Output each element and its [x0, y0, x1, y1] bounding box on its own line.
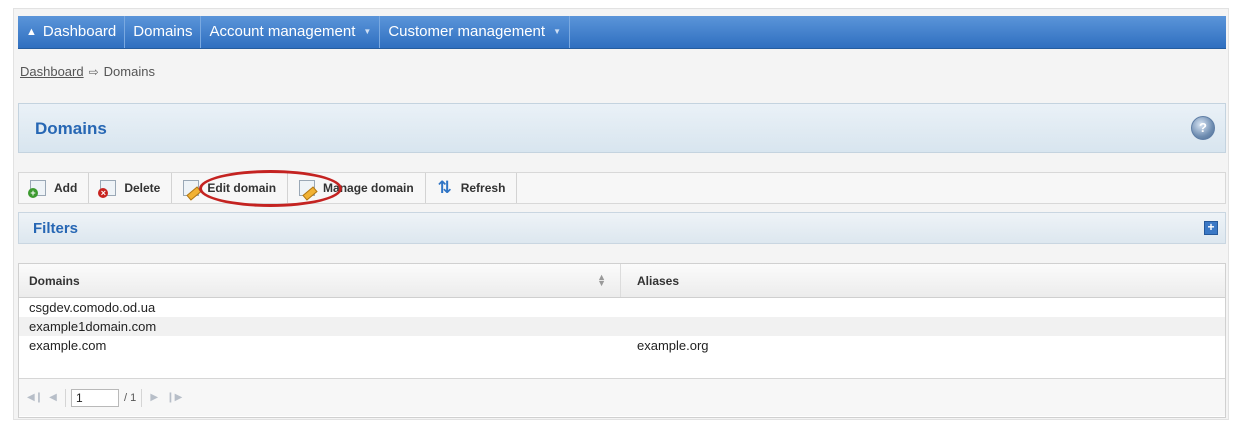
table-row[interactable]: example.com example.org [19, 336, 1225, 355]
nav-item-label: Customer management [388, 23, 546, 40]
delete-icon: × [98, 180, 117, 198]
refresh-icon: ⇅ [437, 178, 452, 197]
toolbar: + Add × Delete Edit domain Manage domain… [18, 172, 1226, 204]
refresh-button[interactable]: ⇅ Refresh [426, 173, 518, 203]
breadcrumb: Dashboard ⇨ Domains [20, 64, 155, 79]
page-number-input[interactable] [71, 388, 119, 407]
breadcrumb-link-dashboard[interactable]: Dashboard [20, 64, 84, 79]
cell-domain: example.com [29, 338, 107, 353]
delete-button[interactable]: × Delete [89, 173, 173, 203]
next-page-icon[interactable]: ▶ [147, 392, 161, 403]
chevron-down-icon: ▼ [553, 27, 561, 36]
nav-item-account-management[interactable]: Account management ▼ [201, 16, 381, 48]
add-icon: + [28, 180, 46, 198]
sort-icon[interactable]: ▲ ▼ [597, 273, 606, 288]
help-icon[interactable]: ? [1191, 116, 1215, 140]
domains-table: Domains ▲ ▼ Aliases csgdev.comodo.od.ua e… [18, 263, 1226, 418]
refresh-button-label: Refresh [460, 181, 506, 195]
cell-alias: example.org [637, 338, 709, 353]
arrow-right-icon: ⇨ [88, 64, 99, 79]
nav-item-label: Domains [133, 23, 193, 40]
expand-icon[interactable]: + [1204, 221, 1218, 235]
cell-alias [621, 317, 1225, 336]
manage-domain-button[interactable]: Manage domain [288, 173, 426, 203]
filters-title: Filters [33, 220, 79, 237]
pager-divider [141, 388, 143, 407]
home-icon: ▲ [26, 26, 37, 38]
nav-item-domains[interactable]: Domains [125, 16, 202, 48]
edit-domain-button-label: Edit domain [207, 181, 277, 195]
pager-divider [65, 388, 66, 407]
pagination-bar: ◀❙ ◀ / 1 ▶ ❙▶ [19, 378, 1225, 416]
cell-domain: example1domain.com [29, 319, 157, 334]
page-total: / 1 [124, 391, 137, 404]
edit-domain-button[interactable]: Edit domain [172, 173, 289, 203]
page-header: Domains ? [18, 103, 1226, 153]
page-title: Domains [35, 119, 107, 138]
column-header-domains[interactable]: Domains ▲ ▼ [19, 264, 621, 297]
manage-icon [299, 180, 318, 201]
edit-icon [183, 180, 202, 201]
column-header-label: Aliases [637, 273, 680, 288]
add-button[interactable]: + Add [19, 173, 90, 203]
column-header-aliases[interactable]: Aliases [621, 264, 1225, 297]
chevron-down-icon: ▼ [363, 27, 372, 36]
add-button-label: Add [54, 181, 78, 195]
filters-panel: Filters + [18, 212, 1226, 244]
breadcrumb-current: Domains [103, 64, 155, 79]
table-row[interactable]: example1domain.com [19, 317, 1225, 336]
delete-button-label: Delete [124, 181, 161, 195]
last-page-icon[interactable]: ❙▶ [166, 392, 182, 403]
nav-item-dashboard[interactable]: ▲ Dashboard [18, 16, 126, 48]
nav-item-label: Dashboard [42, 23, 117, 40]
column-header-label: Domains [29, 273, 80, 288]
table-row[interactable]: csgdev.comodo.od.ua [19, 298, 1225, 317]
nav-item-customer-management[interactable]: Customer management ▼ [380, 16, 570, 48]
previous-page-icon[interactable]: ◀ [46, 392, 60, 403]
cell-alias [621, 298, 1225, 317]
table-header: Domains ▲ ▼ Aliases [19, 264, 1225, 298]
cell-domain: csgdev.comodo.od.ua [29, 300, 156, 315]
manage-domain-button-label: Manage domain [323, 181, 414, 195]
top-navigation: ▲ Dashboard Domains Account management ▼… [18, 16, 1226, 49]
first-page-icon[interactable]: ◀❙ [27, 392, 43, 403]
nav-item-label: Account management [209, 23, 356, 40]
